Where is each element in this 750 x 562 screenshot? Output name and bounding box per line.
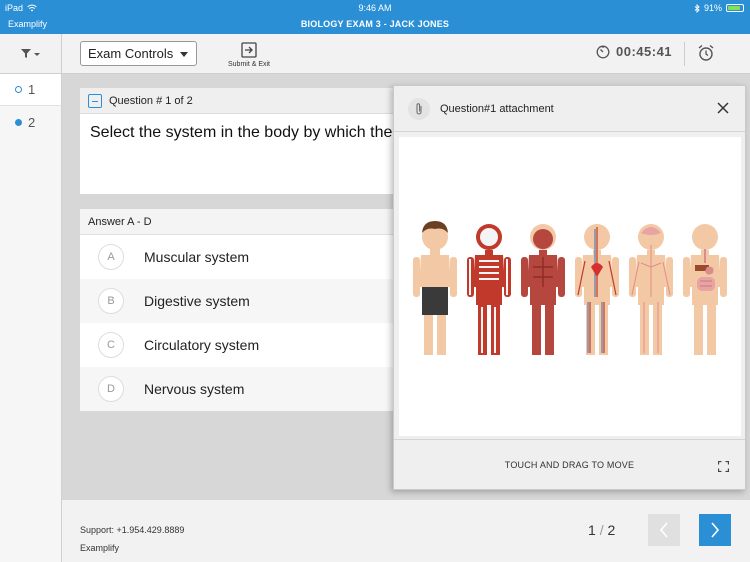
battery-icon [726,4,744,12]
attachment-footer[interactable]: TOUCH AND DRAG TO MOVE [394,439,745,489]
answer-card: Answer A - D A Muscular system B Digesti… [80,209,410,411]
alarm-clock-icon [698,44,714,61]
question-number: Question # 1 of 2 [109,94,193,107]
question-nav-number: 2 [28,114,36,130]
answer-letter-bubble[interactable]: D [98,376,124,402]
support-phone: Support: +1.954.429.8889 [80,525,185,535]
page-indicator: 1 / 2 [588,522,615,538]
answer-letter-bubble[interactable]: A [98,244,124,270]
body-systems-illustration [413,221,727,355]
bluetooth-icon [694,3,700,13]
app-title-bar: Examplify BIOLOGY EXAM 3 - JACK JONES [0,16,750,34]
status-time: 9:46 AM [358,3,392,13]
total-pages: 2 [607,522,616,538]
exam-timer[interactable]: 00:45:41 [596,44,672,59]
paperclip-icon [408,97,430,120]
answer-letter-bubble[interactable]: B [98,288,124,314]
question-text: Select the system in the body by which t… [90,124,406,141]
timer-value: 00:45:41 [616,44,673,59]
exam-controls-dropdown[interactable]: Exam Controls [80,41,197,66]
question-nav-item-2[interactable]: 2 [0,106,61,138]
question-nav-number: 1 [28,82,36,97]
status-bar: iPad 9:46 AM 91% [0,0,750,16]
attachment-title: Question#1 attachment [440,102,554,115]
toolbar: Exam Controls Submit & Exit 00:45:41 [0,34,750,74]
question-card: Question # 1 of 2 Select the system in t… [80,88,410,194]
chevron-right-icon [711,522,720,538]
exam-title: BIOLOGY EXAM 3 - JACK JONES [300,19,450,29]
answer-option-c[interactable]: C Circulatory system [80,323,410,367]
answer-text: Nervous system [144,381,245,397]
alarm-button[interactable] [697,44,715,67]
answer-header: Answer A - D [80,209,410,235]
expand-icon[interactable] [717,459,730,477]
attachment-panel[interactable]: Question#1 attachment TOUCH AND DRAG TO … [393,85,746,490]
question-nav-item-1[interactable]: 1 [0,74,61,106]
chevron-down-icon [180,52,188,57]
submit-exit-button[interactable]: Submit & Exit [222,42,276,68]
question-navigator: 1 2 [0,74,62,562]
attachment-header: Question#1 attachment [394,86,745,132]
footer: Support: +1.954.429.8889 Examplify 1 / 2 [62,500,750,562]
timer-icon [596,45,610,58]
question-header: Question # 1 of 2 [80,88,410,114]
current-page: 1 [588,522,596,538]
answer-text: Digestive system [144,293,250,309]
close-icon[interactable] [717,101,729,119]
unanswered-dot-icon [15,86,22,93]
answer-text: Circulatory system [144,337,260,353]
answer-option-a[interactable]: A Muscular system [80,235,410,279]
footer-brand: Examplify [80,543,120,553]
answer-option-d[interactable]: D Nervous system [80,367,410,411]
attachment-image [399,137,741,436]
filter-button[interactable] [0,34,62,74]
submit-exit-icon [241,42,257,58]
drag-hint: TOUCH AND DRAG TO MOVE [504,460,635,470]
battery-percent: 91% [703,3,722,13]
answered-dot-icon [15,118,22,126]
answer-option-b[interactable]: B Digestive system [80,279,410,323]
submit-exit-label: Submit & Exit [227,61,270,68]
previous-question-button[interactable] [648,514,680,546]
exam-controls-label: Exam Controls [88,46,174,61]
answer-letter-bubble[interactable]: C [98,332,124,358]
chevron-left-icon [659,522,668,538]
next-question-button[interactable] [699,514,731,546]
filter-icon [20,49,40,58]
answer-text: Muscular system [144,249,250,265]
toolbar-divider [684,42,685,66]
collapse-icon[interactable] [88,93,102,108]
